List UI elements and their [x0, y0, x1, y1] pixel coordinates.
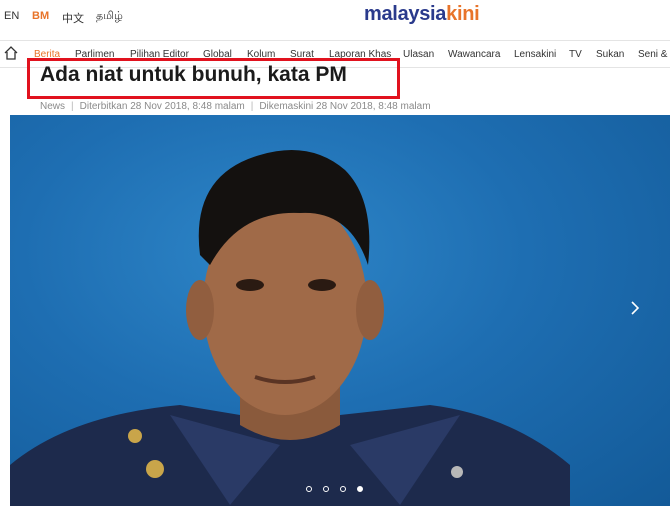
- carousel-dot-active[interactable]: [357, 486, 363, 492]
- lang-ta[interactable]: தமிழ்: [96, 10, 123, 24]
- article-meta: News | Diterbitkan 28 Nov 2018, 8:48 malam…: [40, 101, 431, 112]
- nav-item-ulasan[interactable]: Ulasan: [403, 49, 434, 60]
- nav-item-sukan[interactable]: Sukan: [596, 49, 624, 60]
- meta-separator: |: [71, 101, 74, 112]
- lang-zh[interactable]: 中文: [62, 10, 84, 26]
- lang-bm[interactable]: BM: [32, 10, 49, 22]
- carousel-dot[interactable]: [340, 486, 346, 492]
- nav-item-wawancara[interactable]: Wawancara: [448, 49, 500, 60]
- nav-item-tv[interactable]: TV: [569, 49, 582, 60]
- logo-text-main: malaysia: [364, 3, 447, 25]
- lang-en[interactable]: EN: [4, 10, 19, 22]
- nav-item-seni[interactable]: Seni &: [638, 49, 667, 60]
- home-icon[interactable]: [3, 45, 19, 61]
- article-category[interactable]: News: [40, 101, 65, 112]
- nav-item-lensakini[interactable]: Lensakini: [514, 49, 556, 60]
- article-headline: Ada niat untuk bunuh, kata PM: [40, 63, 347, 86]
- carousel-dot[interactable]: [306, 486, 312, 492]
- logo-text-accent: kini: [446, 3, 480, 25]
- carousel-dot[interactable]: [323, 486, 329, 492]
- top-bar: EN BM 中文 தமிழ் malaysiakini: [0, 0, 670, 38]
- meta-separator: |: [250, 101, 254, 112]
- portrait-photo: [10, 150, 570, 506]
- hero-image-carousel[interactable]: [10, 115, 670, 506]
- article-updated: Dikemaskini 28 Nov 2018, 8:48 malam: [259, 101, 431, 112]
- site-logo[interactable]: malaysiakini: [364, 3, 480, 26]
- article-published: Diterbitkan 28 Nov 2018, 8:48 malam: [79, 101, 245, 112]
- chevron-right-icon[interactable]: [628, 301, 642, 315]
